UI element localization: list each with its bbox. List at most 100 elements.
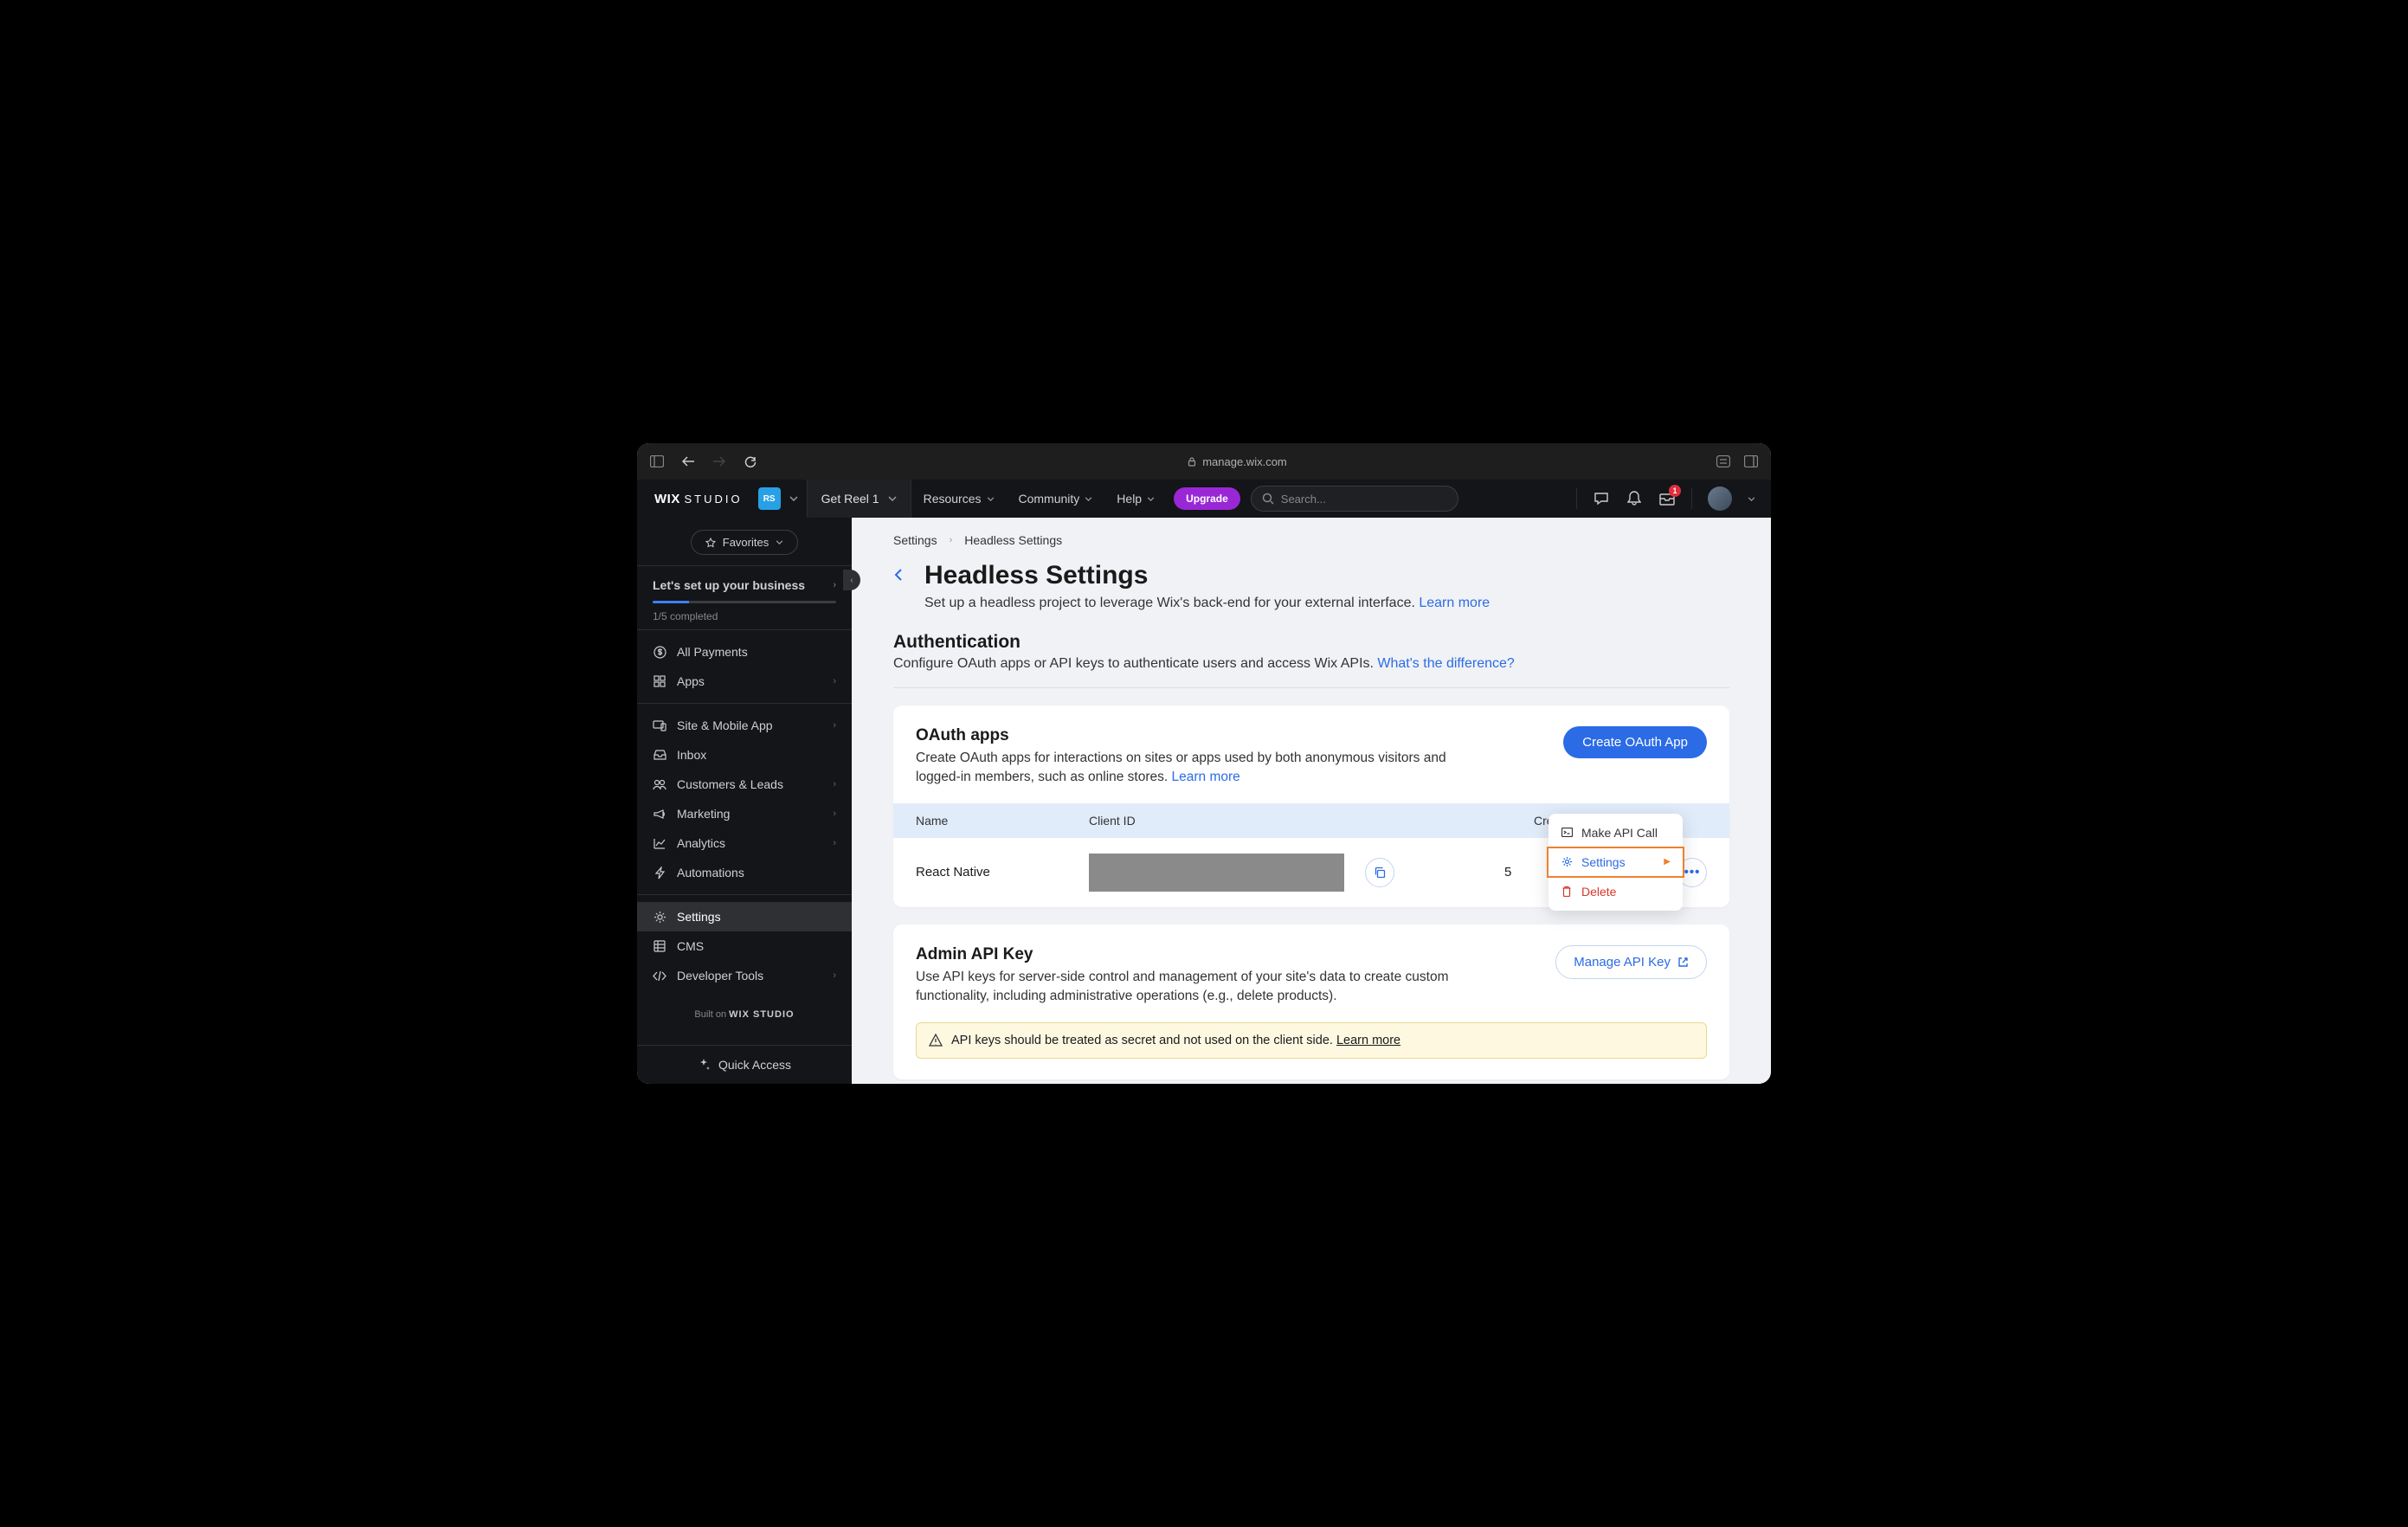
bell-icon[interactable]	[1626, 490, 1643, 507]
setup-progress[interactable]: Let's set up your business› 1/5 complete…	[637, 565, 852, 630]
inbox-icon	[653, 750, 666, 760]
share-icon[interactable]	[1716, 454, 1731, 469]
table-row: React Native 5 •••	[893, 838, 1729, 907]
chevron-right-icon: ›	[833, 809, 836, 819]
sidebar-item-customers-leads[interactable]: Customers & Leads›	[637, 770, 852, 799]
back-button[interactable]	[893, 568, 912, 587]
warning-banner: API keys should be treated as secret and…	[916, 1022, 1707, 1059]
col-name: Name	[916, 814, 1089, 828]
workspace-badge[interactable]: RS	[758, 487, 781, 510]
oauth-heading: OAuth apps	[916, 726, 1452, 745]
star-icon	[705, 538, 716, 548]
chat-icon[interactable]	[1593, 490, 1610, 507]
quick-access-button[interactable]: Quick Access	[637, 1045, 852, 1084]
chevron-down-icon	[888, 496, 897, 501]
oauth-card: OAuth apps Create OAuth apps for interac…	[893, 706, 1729, 907]
context-menu: Make API Call Settings ▶ Delete	[1548, 814, 1683, 911]
code-icon	[653, 971, 666, 981]
search-icon	[1262, 493, 1274, 505]
sidebar-item-all-payments[interactable]: All Payments	[637, 637, 852, 667]
avatar-chevron[interactable]	[1748, 497, 1755, 501]
sparkle-icon	[698, 1059, 710, 1071]
sidebar-toggle-icon[interactable]	[649, 454, 665, 469]
upgrade-button[interactable]: Upgrade	[1174, 487, 1240, 510]
lock-icon	[1187, 456, 1197, 467]
sidebar-item-settings[interactable]: Settings	[637, 902, 852, 931]
sidebar-item-analytics[interactable]: Analytics›	[637, 828, 852, 858]
chevron-right-icon: ›	[950, 535, 953, 545]
dollar-icon	[653, 646, 666, 659]
url-bar[interactable]: manage.wix.com	[774, 455, 1700, 468]
chevron-right-icon: ›	[833, 779, 836, 789]
copy-button[interactable]	[1365, 858, 1394, 887]
warning-learn-more[interactable]: Learn more	[1336, 1034, 1400, 1047]
auth-heading: Authentication	[893, 632, 1729, 653]
oauth-learn-more[interactable]: Learn more	[1172, 770, 1240, 784]
chevron-right-icon: ›	[833, 676, 836, 686]
notif-badge: 1	[1669, 485, 1681, 497]
megaphone-icon	[653, 809, 666, 820]
main-content: Settings › Headless Settings Headless Se…	[852, 518, 1771, 1084]
oauth-table: Name Client ID Created React Native 5	[893, 803, 1729, 907]
favorites-pill[interactable]: Favorites	[691, 530, 798, 555]
admin-desc: Use API keys for server-side control and…	[916, 968, 1452, 1007]
copy-icon	[1374, 867, 1386, 879]
sidebar-item-automations[interactable]: Automations	[637, 858, 852, 887]
project-selector[interactable]: Get Reel 1	[807, 480, 911, 518]
learn-more-link[interactable]: Learn more	[1419, 596, 1490, 610]
menu-delete[interactable]: Delete	[1548, 878, 1683, 905]
cell-name: React Native	[916, 865, 1089, 879]
nav-community[interactable]: Community	[1007, 492, 1105, 506]
topbar: WIX STUDIO RS Get Reel 1 Resources Commu…	[637, 480, 1771, 518]
sidebar-item-site-mobile-app[interactable]: Site & Mobile App›	[637, 711, 852, 740]
warning-text: API keys should be treated as secret and…	[951, 1034, 1400, 1047]
admin-api-card: Admin API Key Use API keys for server-si…	[893, 925, 1729, 1079]
admin-heading: Admin API Key	[916, 945, 1452, 964]
grid-icon	[653, 675, 666, 687]
forward-icon[interactable]	[711, 454, 727, 469]
tabs-icon[interactable]	[1743, 454, 1759, 469]
auth-desc: Configure OAuth apps or API keys to auth…	[893, 656, 1729, 672]
sidebar-item-cms[interactable]: CMS	[637, 931, 852, 961]
wix-logo[interactable]: WIX STUDIO	[647, 492, 750, 506]
manage-api-key-button[interactable]: Manage API Key	[1555, 945, 1707, 979]
terminal-icon	[1561, 828, 1573, 837]
trash-icon	[1561, 886, 1573, 897]
bolt-icon	[653, 867, 666, 879]
create-oauth-button[interactable]: Create OAuth App	[1563, 726, 1707, 758]
page-title: Headless Settings	[924, 561, 1490, 590]
back-icon[interactable]	[680, 454, 696, 469]
page-subtitle: Set up a headless project to leverage Wi…	[924, 596, 1490, 611]
chevron-right-icon: ›	[833, 970, 836, 981]
sidebar: ‹ Favorites Let's set up your business› …	[637, 518, 852, 1084]
menu-settings[interactable]: Settings ▶	[1547, 847, 1684, 878]
inbox-top-icon[interactable]: 1	[1658, 490, 1676, 507]
sidebar-item-developer-tools[interactable]: Developer Tools›	[637, 961, 852, 990]
app-window: manage.wix.com WIX STUDIO RS Get Reel 1 …	[637, 443, 1771, 1084]
browser-chrome: manage.wix.com	[637, 443, 1771, 480]
highlight-marker: ▶	[1664, 857, 1671, 867]
col-client-id: Client ID	[1089, 814, 1534, 828]
sidebar-item-marketing[interactable]: Marketing›	[637, 799, 852, 828]
url-text: manage.wix.com	[1202, 455, 1287, 468]
external-link-icon	[1677, 957, 1689, 968]
reload-icon[interactable]	[743, 454, 758, 469]
chevron-right-icon: ›	[833, 838, 836, 848]
search-input[interactable]: Search...	[1251, 486, 1458, 512]
nav-help[interactable]: Help	[1104, 492, 1167, 506]
nav-resources[interactable]: Resources	[911, 492, 1007, 506]
divider	[893, 687, 1729, 688]
sidebar-item-apps[interactable]: Apps›	[637, 667, 852, 696]
breadcrumb-settings[interactable]: Settings	[893, 533, 937, 547]
sidebar-item-inbox[interactable]: Inbox	[637, 740, 852, 770]
menu-make-api-call[interactable]: Make API Call	[1548, 819, 1683, 847]
chevron-right-icon: ›	[833, 720, 836, 731]
chart-icon	[653, 838, 666, 849]
project-name: Get Reel 1	[821, 492, 879, 506]
avatar[interactable]	[1708, 486, 1732, 511]
device-icon	[653, 720, 666, 731]
gear-icon	[653, 911, 666, 924]
whats-difference-link[interactable]: What's the difference?	[1377, 656, 1514, 671]
gear-icon	[1561, 856, 1573, 867]
workspace-dropdown[interactable]	[781, 496, 807, 501]
